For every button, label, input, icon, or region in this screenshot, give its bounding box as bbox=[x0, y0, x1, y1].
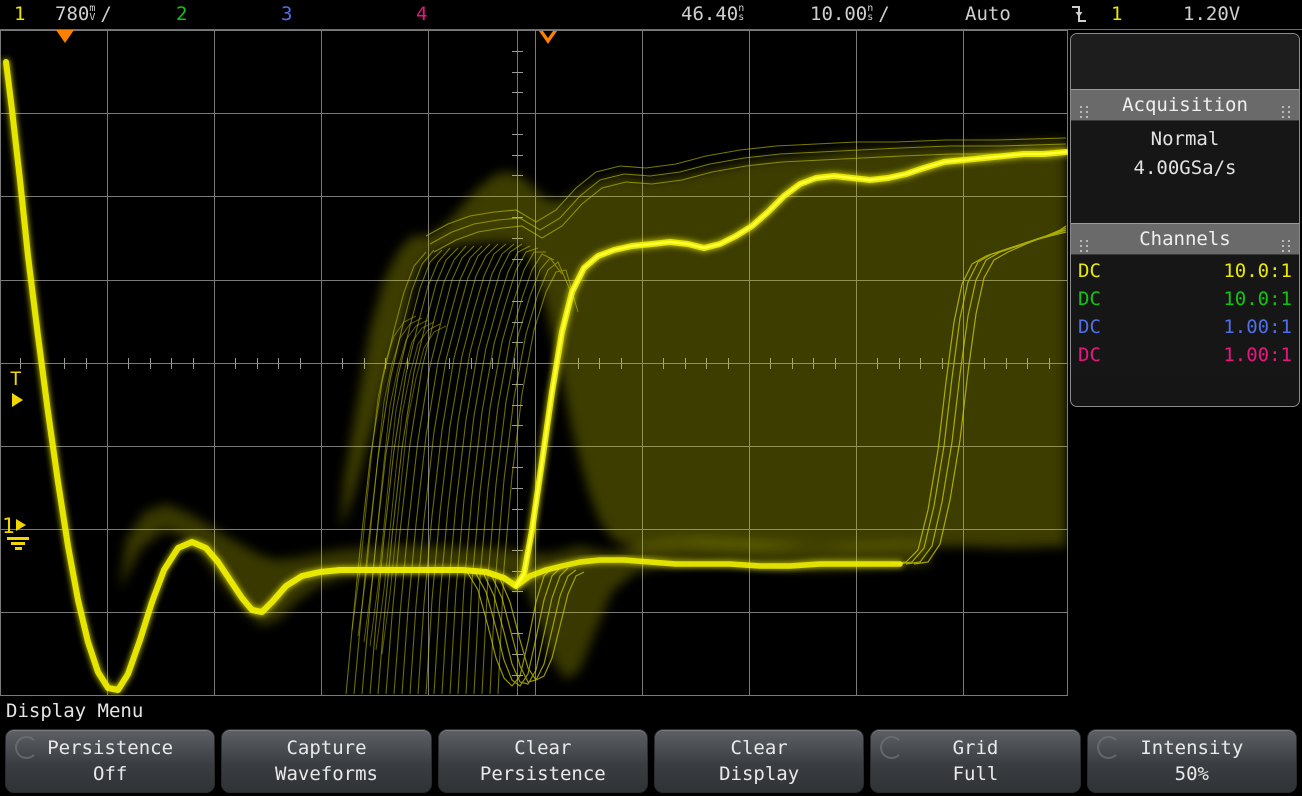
acquisition-panel-title: Acquisition bbox=[1122, 94, 1248, 116]
softkey-clear-display[interactable]: Clear Display bbox=[653, 729, 865, 793]
softkey-clear-persistence[interactable]: Clear Persistence bbox=[437, 729, 648, 793]
horizontal-delay[interactable]: 46.40 n s bbox=[681, 2, 749, 26]
channel-probe-ratio: 10.0:1 bbox=[1223, 288, 1292, 310]
acquisition-sample-rate: 4.00GSa/s bbox=[1133, 157, 1237, 179]
status-bar: 1 780 m V/ 2 3 4 46.40 n s 10.00 n s / Auto 1 1… bbox=[0, 0, 1302, 30]
channels-panel-header[interactable]: Channels bbox=[1071, 223, 1299, 255]
softkey-label-line1: Clear bbox=[730, 737, 788, 759]
channels-panel-body: DC 10.0:1 DC 10.0:1 DC 1.00:1 DC 1.00:1 bbox=[1071, 255, 1299, 375]
drag-dots-right-icon bbox=[1281, 232, 1291, 253]
channel-probe-ratio: 1.00:1 bbox=[1223, 344, 1292, 366]
sweep-mode[interactable]: Auto bbox=[965, 2, 1011, 26]
acquisition-panel-body: Normal 4.00GSa/s bbox=[1071, 121, 1299, 223]
softkey-label-line1: Intensity bbox=[1140, 737, 1244, 759]
memory-position-marker[interactable] bbox=[56, 30, 74, 43]
delay-value: 46.40 bbox=[681, 3, 739, 25]
drag-dots-left-icon bbox=[1079, 232, 1089, 253]
ch1-scale-suffix: / bbox=[100, 3, 112, 25]
info-sidebar: Acquisition Normal 4.00GSa/s Channels DC… bbox=[1070, 33, 1300, 407]
softkey-grid[interactable]: Grid Full bbox=[870, 729, 1081, 793]
softkey-label-line2: Persistence bbox=[479, 763, 606, 785]
channel-1-ground-label: 1 bbox=[2, 514, 15, 538]
channel-coupling: DC bbox=[1078, 344, 1101, 366]
softkey-label-line2: Waveforms bbox=[275, 763, 378, 785]
softkey-label-line1: Persistence bbox=[47, 737, 174, 759]
channel-1-indicator[interactable]: 1 bbox=[14, 2, 25, 26]
channel-2-indicator[interactable]: 2 bbox=[176, 2, 187, 26]
softkey-label-line2: Full bbox=[952, 763, 999, 785]
softkey-label-line1: Capture bbox=[286, 737, 367, 759]
acquisition-mode: Normal bbox=[1150, 128, 1220, 150]
channel-3-indicator[interactable]: 3 bbox=[281, 2, 292, 26]
rotary-knob-icon bbox=[880, 736, 904, 759]
ch1-scale-value: 780 bbox=[55, 3, 90, 25]
timebase-scale[interactable]: 10.00 n s / bbox=[810, 2, 890, 26]
channel-1-ground-marker[interactable] bbox=[16, 519, 26, 531]
ground-symbol-icon bbox=[7, 535, 29, 550]
menu-title: Display Menu bbox=[6, 700, 144, 722]
trigger-source[interactable]: 1 bbox=[1111, 2, 1122, 26]
rotary-knob-icon bbox=[15, 736, 38, 759]
ch1-scale-unit: mV bbox=[89, 3, 96, 23]
left-marker-gutter: T 1 bbox=[0, 30, 34, 696]
softkey-bar: Persistence Off Capture Waveforms Clear … bbox=[0, 729, 1302, 793]
channel-1-vertical-scale[interactable]: 780 m V / bbox=[55, 2, 112, 26]
softkey-label-line2: Display bbox=[719, 763, 800, 785]
softkey-label-line1: Grid bbox=[952, 737, 999, 759]
channel-probe-ratio: 1.00:1 bbox=[1223, 316, 1292, 338]
channel-coupling: DC bbox=[1078, 316, 1101, 338]
channel-coupling: DC bbox=[1078, 288, 1101, 310]
softkey-persistence[interactable]: Persistence Off bbox=[5, 729, 216, 793]
softkey-label-line2: Off bbox=[93, 763, 128, 785]
delay-unit: ns bbox=[738, 3, 745, 23]
channel-1-trace bbox=[3, 59, 1068, 695]
waveform-display[interactable] bbox=[0, 30, 1068, 696]
channel-4-indicator[interactable]: 4 bbox=[416, 2, 427, 26]
channel-coupling: DC bbox=[1078, 260, 1101, 282]
trigger-position-marker[interactable] bbox=[538, 30, 558, 49]
sidebar-top-spacer bbox=[1071, 34, 1299, 89]
falling-edge-icon[interactable] bbox=[1068, 3, 1090, 31]
rotary-knob-icon bbox=[1096, 736, 1120, 759]
channel-row[interactable]: DC 1.00:1 bbox=[1071, 341, 1299, 369]
channel-row[interactable]: DC 1.00:1 bbox=[1071, 313, 1299, 341]
channels-panel-title: Channels bbox=[1139, 228, 1231, 250]
timebase-unit: ns bbox=[867, 3, 874, 23]
softkey-capture-waveforms[interactable]: Capture Waveforms bbox=[221, 729, 432, 793]
softkey-label-line2: 50% bbox=[1174, 763, 1209, 785]
trigger-level-value[interactable]: 1.20V bbox=[1183, 2, 1240, 26]
drag-dots-left-icon bbox=[1079, 98, 1089, 119]
channel-row[interactable]: DC 10.0:1 bbox=[1071, 257, 1299, 285]
trigger-level-marker-label: T bbox=[10, 368, 22, 390]
timebase-value: 10.00 bbox=[810, 3, 868, 25]
timebase-suffix: / bbox=[878, 3, 890, 25]
softkey-intensity[interactable]: Intensity 50% bbox=[1086, 729, 1297, 793]
channel-row[interactable]: DC 10.0:1 bbox=[1071, 285, 1299, 313]
softkey-label-line1: Clear bbox=[514, 737, 572, 759]
drag-dots-right-icon bbox=[1281, 98, 1291, 119]
trigger-level-marker[interactable] bbox=[12, 393, 23, 407]
acquisition-panel-header[interactable]: Acquisition bbox=[1071, 89, 1299, 121]
channel-probe-ratio: 10.0:1 bbox=[1223, 260, 1292, 282]
